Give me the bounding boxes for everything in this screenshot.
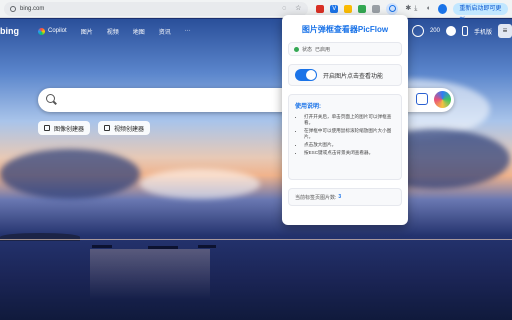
extensions-puzzle-icon[interactable]: ✱ [404,5,412,13]
usage-card: 使用说明: 打开开关后，单击页面上的图片可以弹框查看。 在弹框中可以使用鼠标滚轮… [288,94,402,180]
enable-toggle[interactable] [295,69,317,81]
usage-item: 按ESC键或点击背景关闭查看器。 [304,150,395,156]
picflow-popup: 图片弹框查看器PicFlow 状态 已启用 开启图片点击查看功能 使用说明: 打… [282,15,408,225]
status-card: 状态 已启用 [288,42,402,56]
nav-images[interactable]: 图片 [81,27,93,36]
nav-news[interactable]: 资讯 [159,27,171,36]
download-icon[interactable]: ⤓ [412,5,419,13]
count-value: 3 [338,194,342,200]
image-icon [44,125,50,131]
creator-chips: 图像创建器 视频创建器 [38,121,151,135]
status-label: 状态 [302,46,313,53]
copilot-icon [38,27,45,35]
water-reflection [90,249,210,299]
phone-icon [461,26,468,36]
star-icon[interactable]: ☆ [294,5,302,13]
count-label: 当前标签页图片数: [295,194,337,201]
nav-maps[interactable]: 地图 [133,27,145,36]
copilot-search-icon[interactable] [434,91,451,108]
nav-videos[interactable]: 视频 [107,27,119,36]
browser-toolbar: bing.com ◌ ☆ V ✱ ⤓ ◐ 重新启动即可更新 [0,0,512,24]
site-info-icon[interactable] [10,5,16,12]
usage-list: 打开开关后，单击页面上的图片可以弹框查看。 在弹框中可以使用鼠标滚轮缩放图片大小… [295,114,395,156]
usage-item: 在弹框中可以使用鼠标滚轮缩放图片大小图片。 [304,128,395,140]
sign-in-icon[interactable] [411,25,424,37]
video-creator-button[interactable]: 视频创建器 [98,121,151,135]
horizon-line [0,239,512,240]
account-icon[interactable]: ◐ [425,5,432,13]
cloud-dark-left [0,149,140,199]
picflow-extension-icon[interactable] [386,2,399,15]
toggle-label: 开启图片点击查看功能 [323,73,384,80]
status-value: 已启用 [315,46,331,53]
search-icon [46,94,55,103]
extension-v-icon[interactable]: V [330,4,339,13]
cloud-pink [140,169,260,199]
extension-pen-icon[interactable] [372,4,381,13]
profile-avatar[interactable] [438,3,448,14]
mobile-link[interactable]: 手机版 [474,27,492,36]
url-text: bing.com [20,5,45,12]
image-creator-button[interactable]: 图像创建器 [38,121,91,135]
video-icon [104,125,111,131]
boat [92,245,112,248]
usage-item: 点击放大图片。 [304,142,395,148]
usage-item: 打开开关后，单击页面上的图片可以弹框查看。 [304,114,395,126]
bing-homepage: bing Copilot 图片 视频 地图 资讯 ··· 200 手机版 ≡ 图… [0,19,512,320]
extension-red-icon[interactable] [316,4,325,13]
menu-icon[interactable]: ≡ [498,24,512,38]
usage-title: 使用说明: [295,104,321,110]
bing-right-nav: 200 手机版 ≡ [411,24,512,38]
boat [198,245,216,248]
rewards-icon[interactable] [445,26,456,36]
image-count-card: 当前标签页图片数: 3 [288,188,402,206]
address-bar[interactable]: bing.com ◌ ☆ [4,1,309,16]
eye-off-icon[interactable]: ◌ [280,5,288,13]
rewards-count[interactable]: 200 [430,28,440,34]
toggle-card: 开启图片点击查看功能 [288,64,402,86]
visual-search-icon[interactable] [416,93,428,105]
restart-update-button[interactable]: 重新启动即可更新 [453,2,509,24]
nav-more[interactable]: ··· [185,28,191,34]
extensions-strip: V ✱ [316,2,412,15]
popup-title: 图片弹框查看器PicFlow [301,25,389,34]
bing-logo[interactable]: bing [0,26,24,36]
nav-copilot[interactable]: Copilot [38,27,67,35]
extension-green-icon[interactable] [358,4,367,13]
extension-yellow-icon[interactable] [344,4,353,13]
status-dot-icon [294,46,299,52]
